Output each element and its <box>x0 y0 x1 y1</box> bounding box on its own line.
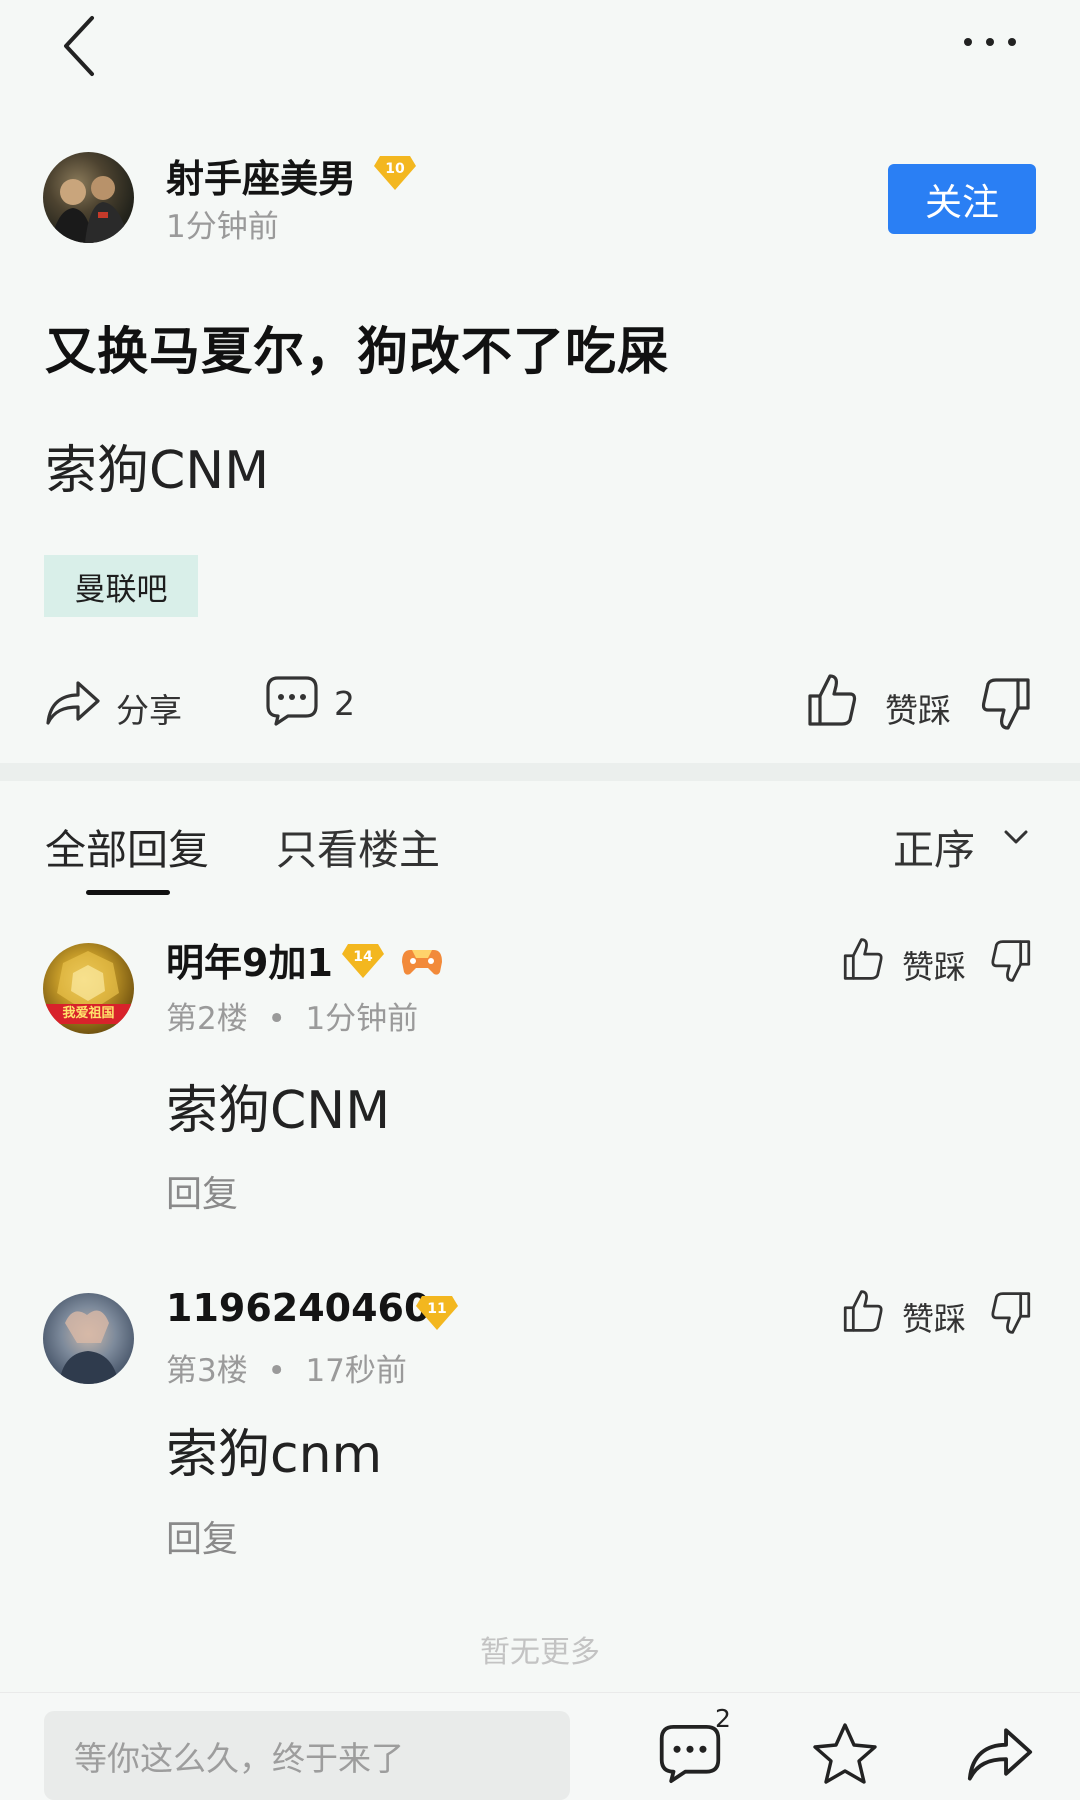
thumbs-up-icon[interactable] <box>806 672 858 728</box>
commenter-name[interactable]: 1196240460 <box>166 1286 430 1330</box>
diamond-badge-icon: 11 <box>416 1296 458 1330</box>
comment-icon[interactable] <box>657 1722 723 1786</box>
share-label[interactable]: 分享 <box>116 684 182 732</box>
thumbs-down-icon[interactable] <box>990 1290 1032 1336</box>
share-icon[interactable] <box>965 1720 1035 1784</box>
follow-button[interactable]: 关注 <box>888 164 1036 234</box>
star-icon[interactable] <box>810 1720 880 1788</box>
thumbs-up-icon[interactable] <box>842 1288 884 1334</box>
comment-meta: 第3楼 • 17秒前 <box>166 1345 407 1390</box>
diamond-badge-icon: 14 <box>342 944 384 978</box>
reply-input[interactable]: 等你这么久，终于来了 <box>44 1711 570 1800</box>
level-badge: 14 <box>342 942 384 978</box>
reply-button[interactable]: 回复 <box>166 1510 238 1562</box>
level-badge: 10 <box>374 154 416 190</box>
author-name[interactable]: 射手座美男 <box>166 148 356 203</box>
forum-tag[interactable]: 曼联吧 <box>44 555 198 617</box>
diamond-badge-icon: 10 <box>374 156 416 190</box>
commenter-name[interactable]: 明年9加1 <box>166 932 333 987</box>
comment-text: 索狗CNM <box>166 1081 391 1141</box>
comment-time: 1分钟前 <box>305 1001 419 1037</box>
meta-separator: • <box>257 1353 296 1389</box>
author-avatar[interactable] <box>43 152 134 243</box>
thumbs-up-icon[interactable] <box>842 936 884 982</box>
comment-floor: 第2楼 <box>166 1001 248 1037</box>
chevron-down-icon[interactable] <box>1001 825 1031 849</box>
like-dislike-label: 赞踩 <box>902 1300 967 1338</box>
tab-owner-only[interactable]: 只看楼主 <box>276 816 440 876</box>
comment-meta: 第2楼 • 1分钟前 <box>166 993 418 1038</box>
comment-count: 2 <box>334 684 355 723</box>
meta-separator: • <box>257 1001 296 1037</box>
thumbs-down-icon[interactable] <box>990 938 1032 984</box>
comment-avatar[interactable]: 我爱祖国 <box>43 943 134 1034</box>
comment-text: 索狗cnm <box>166 1425 383 1485</box>
like-dislike-label: 赞踩 <box>902 948 967 986</box>
tab-all-replies[interactable]: 全部回复 <box>45 816 209 876</box>
comment-time: 17秒前 <box>305 1353 407 1389</box>
sort-dropdown[interactable]: 正序 <box>893 816 975 876</box>
level-badge: 11 <box>416 1294 458 1330</box>
post-time: 1分钟前 <box>166 209 279 245</box>
section-divider <box>0 763 1080 781</box>
no-more-indicator: 暂无更多 <box>480 1635 600 1670</box>
chevron-left-icon <box>64 16 94 76</box>
svg-text:14: 14 <box>353 949 373 965</box>
post-title: 又换马夏尔，狗改不了吃屎 <box>45 323 670 382</box>
thumbs-down-icon[interactable] <box>980 676 1032 732</box>
post-body: 索狗CNM <box>45 441 270 501</box>
more-horizontal-icon <box>964 38 1016 46</box>
svg-text:11: 11 <box>427 1301 446 1317</box>
avatar-flag-text: 我爱祖国 <box>43 1004 134 1024</box>
reply-button[interactable]: 回复 <box>166 1165 238 1217</box>
svg-text:10: 10 <box>385 161 405 177</box>
comment-badge-count: 2 <box>715 1704 731 1733</box>
share-icon[interactable] <box>44 675 102 727</box>
like-dislike-label: 赞踩 <box>885 691 951 730</box>
comment-icon[interactable] <box>264 674 320 728</box>
more-button[interactable] <box>952 22 1032 62</box>
back-button[interactable] <box>52 6 112 86</box>
game-controller-icon <box>400 944 444 978</box>
comment-floor: 第3楼 <box>166 1353 248 1389</box>
comment-avatar[interactable] <box>43 1293 134 1384</box>
active-tab-indicator <box>86 890 170 895</box>
